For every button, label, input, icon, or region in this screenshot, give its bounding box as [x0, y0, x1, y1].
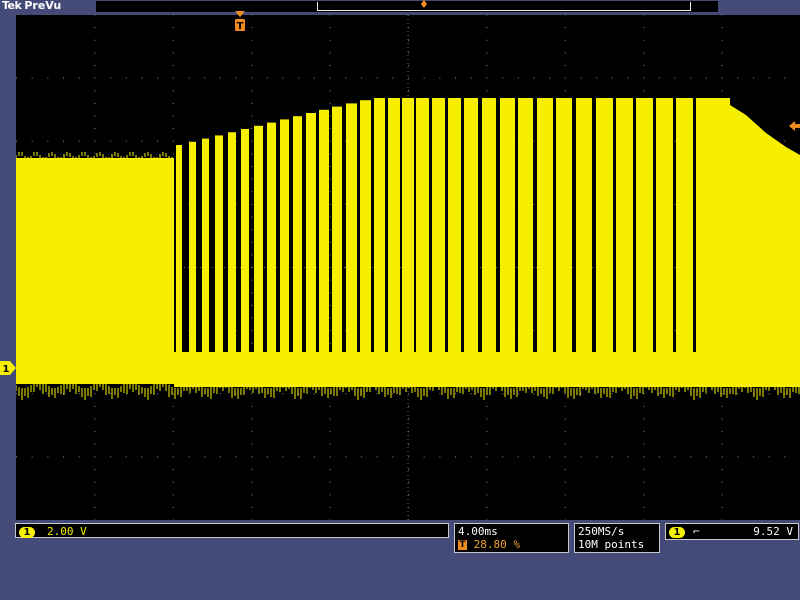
- trace-burst: [267, 122, 276, 355]
- trace-burst: [482, 98, 496, 355]
- trace-burst: [346, 103, 357, 356]
- trigger-readout[interactable]: 1 ⌐ 9.52 V: [665, 523, 799, 540]
- trace-burst: [636, 98, 653, 355]
- ch1-ground-marker-icon[interactable]: 1: [0, 361, 16, 375]
- sample-rate-value: 250MS/s: [578, 525, 625, 538]
- ch1-scale-value: 2.00 V: [47, 525, 87, 538]
- trace-burst: [176, 145, 182, 355]
- trace-burst: [464, 98, 478, 355]
- trace-burst: [537, 98, 553, 355]
- trace-burst: [189, 141, 196, 355]
- trace-burst: [332, 106, 342, 355]
- trace-burst: [293, 116, 302, 355]
- record-trigger-icon: ♦: [419, 0, 429, 11]
- waveform-graticule: [16, 15, 800, 520]
- brand-tek: Tek: [2, 0, 22, 12]
- trace-burst: [416, 98, 429, 355]
- record-view-bar[interactable]: ♦: [96, 0, 718, 12]
- trace-burst: [712, 98, 730, 355]
- trigger-delay-value: 28.80 %: [473, 538, 520, 551]
- horizontal-readout[interactable]: 4.00ms T 28.80 %: [454, 523, 569, 553]
- trace-burst: [280, 119, 289, 356]
- record-length-value: 10M points: [578, 538, 645, 551]
- trigger-level-arrow-icon[interactable]: [789, 121, 800, 131]
- acquisition-readout[interactable]: 250MS/s 10M points: [574, 523, 660, 553]
- svg-text:1: 1: [3, 364, 10, 375]
- trace-burst: [500, 98, 515, 355]
- waveform-display[interactable]: [16, 15, 800, 520]
- trace-burst: [696, 98, 713, 355]
- trace-burst: [254, 125, 263, 355]
- svg-text:T: T: [237, 21, 244, 32]
- zoom-window-bracket[interactable]: [317, 2, 691, 11]
- trigger-position-icon[interactable]: T: [232, 11, 248, 33]
- trigger-delay-icon: T: [458, 540, 467, 550]
- falling-edge-icon: ⌐: [693, 525, 700, 538]
- trace-burst: [228, 132, 236, 355]
- trace-burst: [576, 98, 592, 355]
- ch1-badge: 1: [19, 526, 35, 538]
- trace-burst: [448, 98, 461, 355]
- trigger-level-value: 9.52 V: [753, 525, 793, 538]
- trace-burst: [616, 98, 633, 355]
- trace-burst: [676, 98, 693, 355]
- brand-label: Tek PreVu: [2, 0, 61, 12]
- trace-burst: [319, 109, 329, 355]
- trace-burst: [360, 100, 371, 355]
- trace-burst: [241, 129, 249, 355]
- trace-burst: [402, 98, 414, 355]
- trace-burst: [215, 135, 223, 355]
- time-scale-value: 4.00ms: [458, 525, 498, 538]
- ch1-scale-readout[interactable]: 1 2.00 V: [15, 523, 449, 538]
- top-status-bar: Tek PreVu ♦: [0, 0, 800, 14]
- trace-decay-tail: [730, 105, 800, 355]
- trace-burst: [656, 98, 673, 355]
- trigger-source-badge: 1: [669, 526, 685, 538]
- trace-burst: [388, 98, 400, 355]
- trace-baseline-band: [174, 352, 800, 387]
- trace-burst: [306, 113, 316, 355]
- trace-idle-band: [16, 158, 174, 384]
- trace-burst: [432, 98, 445, 355]
- trace-burst: [202, 138, 209, 355]
- trace-burst: [596, 98, 613, 355]
- trace-burst: [374, 98, 385, 355]
- trace-burst: [556, 98, 572, 355]
- trace-burst: [518, 98, 533, 355]
- acquisition-mode: PreVu: [24, 0, 62, 12]
